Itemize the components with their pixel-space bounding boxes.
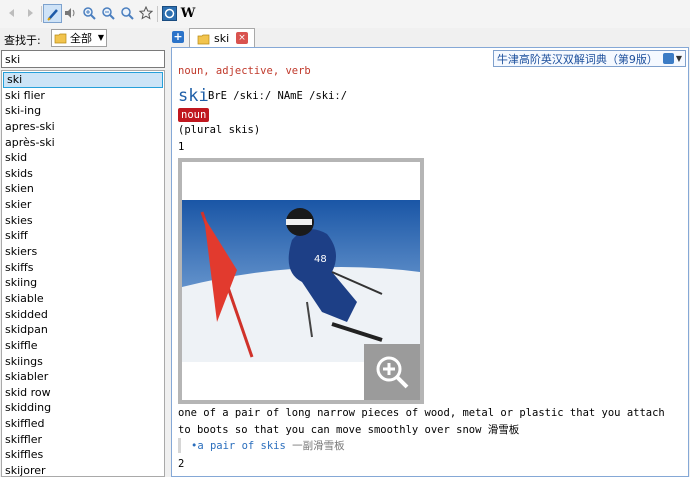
dictionary-app-icon[interactable] (161, 5, 177, 21)
tab-ski[interactable]: ski × (189, 28, 255, 48)
word-list-item[interactable]: ski flier (2, 88, 164, 104)
word-list[interactable]: ski ski flier ski-ing apres-ski après-ski ski… (1, 70, 165, 477)
close-icon[interactable]: × (236, 32, 248, 44)
word-list-item[interactable]: skids (2, 166, 164, 182)
word-list-item[interactable]: skier (2, 197, 164, 213)
zoom-reset-icon[interactable] (119, 5, 135, 21)
word-list-item[interactable]: skijorer (2, 463, 164, 476)
highlighter-icon[interactable] (43, 4, 62, 23)
word-list-item[interactable]: skiers (2, 244, 164, 260)
word-list-item[interactable]: apres-ski (2, 119, 164, 135)
dictionary-name: 牛津高阶英汉双解词典（第9版） (496, 52, 658, 66)
word-list-item[interactable]: skid row (2, 385, 164, 401)
word-list-item[interactable]: après-ski (2, 135, 164, 151)
folder-icon (197, 34, 210, 45)
look-in-value: 全部 (70, 32, 92, 45)
word-list-item[interactable]: skiff (2, 228, 164, 244)
tab-label: ski (214, 32, 230, 45)
word-list-item[interactable]: ski-ing (2, 103, 164, 119)
word-list-item[interactable]: skies (2, 213, 164, 229)
dictionary-selector[interactable]: 牛津高阶英汉双解词典（第9版） ▼ (492, 50, 686, 67)
star-icon[interactable] (138, 5, 154, 21)
back-arrow-icon[interactable] (4, 5, 20, 21)
entry-illustration[interactable]: 48 (178, 158, 424, 404)
word-list-item[interactable]: ski (3, 72, 163, 88)
example-english: •a pair of skis (191, 440, 286, 452)
dictionary-icon (662, 53, 674, 64)
search-input[interactable] (1, 50, 165, 68)
word-list-item[interactable]: skiabler (2, 369, 164, 385)
word-list-item[interactable]: skidding (2, 400, 164, 416)
wikipedia-icon[interactable]: W (180, 5, 196, 21)
parts-of-speech-line: noun, adjective, verb (178, 65, 311, 77)
example-sentence: •a pair of skis 一副滑雪板 (178, 438, 345, 453)
word-list-item[interactable]: skiable (2, 291, 164, 307)
svg-text:48: 48 (314, 254, 327, 265)
headword: ski (178, 86, 209, 106)
forward-arrow-icon[interactable] (22, 5, 38, 21)
right-panel: + ski × 牛津高阶英汉双解词典（第9版） ▼ noun, adjectiv… (169, 28, 690, 477)
look-in-label: 查找于: (4, 34, 41, 47)
word-list-item[interactable]: skiffle (2, 338, 164, 354)
add-tab-button[interactable]: + (172, 31, 184, 43)
toolbar: W (0, 0, 690, 28)
word-list-item[interactable]: skiing (2, 275, 164, 291)
entry-content: 牛津高阶英汉双解词典（第9版） ▼ noun, adjective, verb … (171, 47, 689, 477)
zoom-in-icon[interactable] (81, 5, 97, 21)
example-chinese: 一副滑雪板 (292, 440, 345, 452)
magnifier-plus-icon (376, 356, 409, 389)
chevron-down-icon: ▼ (97, 33, 104, 42)
sense-number: 1 (178, 141, 185, 153)
plural-form: (plural skis) (178, 124, 261, 136)
toolbar-separator (41, 6, 42, 22)
word-list-item[interactable]: skiffles (2, 447, 164, 463)
word-list-item[interactable]: skidded (2, 307, 164, 323)
chevron-down-icon: ▼ (675, 54, 682, 63)
speaker-icon[interactable] (62, 5, 78, 21)
folder-icon (54, 33, 67, 44)
word-list-item[interactable]: skiffled (2, 416, 164, 432)
word-list-item[interactable]: skid (2, 150, 164, 166)
enlarge-image-button[interactable] (364, 344, 420, 400)
definition-text: one of a pair of long narrow pieces of w… (178, 407, 665, 436)
sense-number: 2 (178, 458, 185, 470)
word-list-item[interactable]: skidpan (2, 322, 164, 338)
zoom-out-icon[interactable] (100, 5, 116, 21)
word-list-item[interactable]: skiffler (2, 432, 164, 448)
look-in-dropdown[interactable]: 全部 ▼ (51, 29, 107, 47)
left-panel: 查找于: 全部 ▼ skiski flierski-ingapres-skiap… (0, 28, 167, 477)
word-list-item[interactable]: skiings (2, 354, 164, 370)
toolbar-separator (157, 6, 158, 22)
pronunciation: BrE /skiː/ NAmE /skiː/ (208, 90, 348, 102)
word-list-item[interactable]: skien (2, 181, 164, 197)
word-list-item[interactable]: skiffs (2, 260, 164, 276)
pos-badge: noun (178, 108, 210, 122)
